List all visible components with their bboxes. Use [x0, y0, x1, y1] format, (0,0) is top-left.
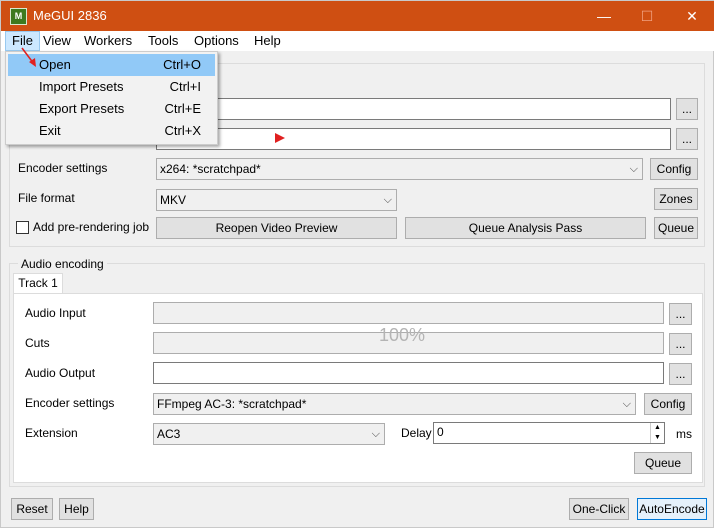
- menu-item-shortcut: Ctrl+O: [163, 57, 201, 72]
- close-icon[interactable]: ✕: [669, 1, 714, 31]
- video-queue-button[interactable]: Queue: [654, 217, 698, 239]
- extension-select[interactable]: AC3 ⌵: [153, 423, 385, 445]
- maximize-icon[interactable]: ☐: [624, 1, 670, 31]
- help-button[interactable]: Help: [59, 498, 94, 520]
- menu-item-shortcut: Ctrl+X: [164, 123, 201, 138]
- video-output-browse-button[interactable]: ...: [676, 128, 698, 150]
- audio-input-label: Audio Input: [25, 306, 86, 320]
- title-bar: M MeGUI 2836 — ☐ ✕: [1, 1, 714, 31]
- video-output-field[interactable]: [156, 128, 671, 150]
- menu-item-exit[interactable]: Exit Ctrl+X: [8, 120, 215, 142]
- extension-label: Extension: [25, 426, 78, 440]
- cuts-browse-button[interactable]: ...: [669, 333, 692, 355]
- video-input-browse-button[interactable]: ...: [676, 98, 698, 120]
- auto-encode-button[interactable]: AutoEncode: [637, 498, 707, 520]
- menu-item-shortcut: Ctrl+I: [169, 79, 201, 94]
- delay-spinner[interactable]: ▲ ▼: [650, 423, 664, 443]
- menu-view[interactable]: View: [37, 31, 77, 51]
- menu-item-label: Exit: [39, 123, 61, 138]
- menu-item-export-presets[interactable]: Export Presets Ctrl+E: [8, 98, 215, 120]
- menu-options[interactable]: Options: [188, 31, 245, 51]
- audio-config-button[interactable]: Config: [644, 393, 692, 415]
- prerender-checkbox[interactable]: [16, 221, 29, 234]
- delay-label: Delay: [401, 426, 432, 440]
- delay-unit: ms: [676, 427, 692, 441]
- progress-overlay: 100%: [379, 325, 426, 345]
- extension-value: AC3: [157, 427, 181, 441]
- file-format-value: MKV: [160, 193, 187, 207]
- reopen-preview-button[interactable]: Reopen Video Preview: [156, 217, 397, 239]
- cuts-label: Cuts: [25, 336, 50, 350]
- tab-track-1[interactable]: Track 1: [13, 273, 63, 294]
- audio-output-label: Audio Output: [25, 366, 96, 380]
- audio-output-field[interactable]: [153, 362, 664, 384]
- zones-button[interactable]: Zones: [654, 188, 698, 210]
- video-encoder-select[interactable]: x264: *scratchpad* ⌵: [156, 158, 643, 180]
- prerender-label: Add pre-rendering job: [33, 220, 150, 234]
- reset-button[interactable]: Reset: [11, 498, 53, 520]
- menu-item-shortcut: Ctrl+E: [164, 101, 201, 116]
- chevron-down-icon: ⌵: [371, 428, 380, 440]
- menu-help[interactable]: Help: [248, 31, 287, 51]
- audio-encoder-value: FFmpeg AC-3: *scratchpad*: [157, 397, 307, 411]
- video-config-button[interactable]: Config: [650, 158, 698, 180]
- menu-item-label: Import Presets: [39, 79, 124, 94]
- main-window: M MeGUI 2836 — ☐ ✕ File View Workers Too…: [0, 0, 714, 528]
- audio-group-label: Audio encoding: [18, 257, 107, 271]
- delay-input[interactable]: 0 ▲ ▼: [433, 422, 665, 444]
- chevron-down-icon: ⌵: [383, 194, 392, 206]
- audio-input-field[interactable]: [153, 302, 664, 324]
- file-format-label: File format: [18, 191, 75, 205]
- audio-queue-button[interactable]: Queue: [634, 452, 692, 474]
- queue-analysis-button[interactable]: Queue Analysis Pass: [405, 217, 646, 239]
- chevron-down-icon: ⌵: [622, 398, 631, 410]
- delay-value: 0: [437, 425, 444, 439]
- menu-bar: File View Workers Tools Options Help: [1, 31, 714, 51]
- audio-encoder-label: Encoder settings: [25, 396, 115, 410]
- one-click-button[interactable]: One-Click: [569, 498, 629, 520]
- menu-tools[interactable]: Tools: [142, 31, 184, 51]
- video-input-field[interactable]: [156, 98, 671, 120]
- file-format-select[interactable]: MKV ⌵: [156, 189, 397, 211]
- menu-item-import-presets[interactable]: Import Presets Ctrl+I: [8, 76, 215, 98]
- menu-item-label: Export Presets: [39, 101, 125, 116]
- video-encoder-value: x264: *scratchpad*: [160, 162, 261, 176]
- menu-workers[interactable]: Workers: [78, 31, 138, 51]
- annotation-arrow-icon: [21, 47, 36, 67]
- audio-encoder-select[interactable]: FFmpeg AC-3: *scratchpad* ⌵: [153, 393, 636, 415]
- menu-item-label: Open: [39, 57, 71, 72]
- minimize-icon[interactable]: —: [581, 1, 627, 31]
- window-title: MeGUI 2836: [33, 8, 107, 23]
- video-encoder-label: Encoder settings: [18, 161, 108, 175]
- arrow-marker-icon: [275, 133, 285, 143]
- audio-input-browse-button[interactable]: ...: [669, 303, 692, 325]
- audio-output-browse-button[interactable]: ...: [669, 363, 692, 385]
- app-icon: M: [10, 8, 27, 25]
- chevron-down-icon: ⌵: [629, 163, 638, 175]
